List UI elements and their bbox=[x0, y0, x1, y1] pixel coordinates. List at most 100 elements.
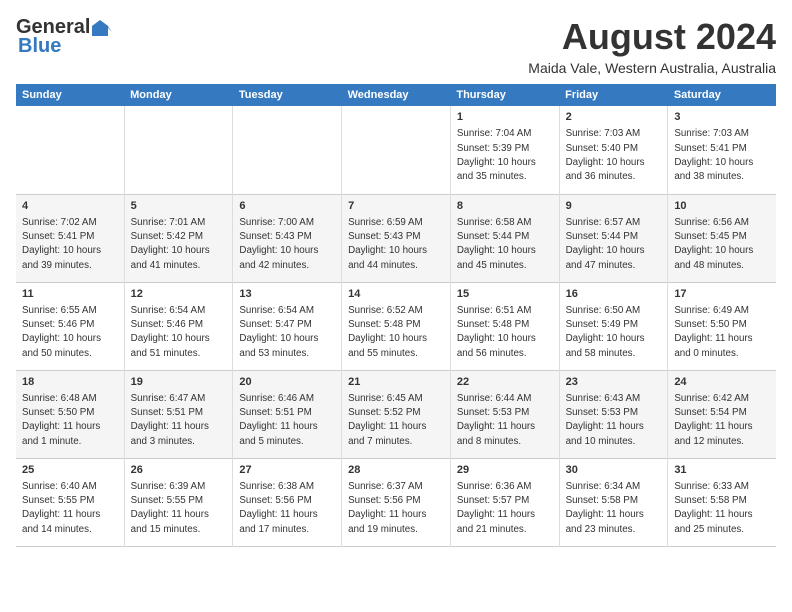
day-number: 5 bbox=[131, 199, 227, 214]
calendar-cell: 15Sunrise: 6:51 AM Sunset: 5:48 PM Dayli… bbox=[450, 282, 559, 370]
day-number: 24 bbox=[674, 375, 770, 390]
header-sunday: Sunday bbox=[16, 84, 124, 106]
calendar-cell: 21 Sunrise: 6:45 AM Sunset: 5:52 PM Dayli… bbox=[342, 370, 451, 458]
calendar-cell: 6 Sunrise: 7:00 AM Sunset: 5:43 PM Daylig… bbox=[233, 194, 342, 282]
calendar-table: SundayMondayTuesdayWednesdayThursdayFrid… bbox=[16, 84, 776, 547]
day-number: 21 bbox=[348, 375, 444, 390]
calendar-cell: 24 Sunrise: 6:42 AM Sunset: 5:54 PM Dayli… bbox=[668, 370, 776, 458]
day-number: 20 bbox=[239, 375, 335, 390]
calendar-cell: 5 Sunrise: 7:01 AM Sunset: 5:42 PM Daylig… bbox=[124, 194, 233, 282]
calendar-cell: 8Sunrise: 6:58 AM Sunset: 5:44 PM Daylig… bbox=[450, 194, 559, 282]
calendar-cell: 26 Sunrise: 6:39 AM Sunset: 5:55 PM Dayli… bbox=[124, 458, 233, 546]
week-row-3: 18Sunrise: 6:48 AM Sunset: 5:50 PM Dayli… bbox=[16, 370, 776, 458]
calendar-cell: 3 Sunrise: 7:03 AM Sunset: 5:41 PM Daylig… bbox=[668, 106, 776, 194]
day-content: Sunrise: 6:44 AM Sunset: 5:53 PM Dayligh… bbox=[457, 392, 553, 449]
day-content: Sunrise: 6:33 AM Sunset: 5:58 PM Dayligh… bbox=[674, 480, 770, 537]
calendar-cell bbox=[16, 106, 124, 194]
day-number: 9 bbox=[566, 199, 662, 214]
logo: General Blue bbox=[16, 16, 112, 58]
day-number: 16 bbox=[566, 287, 662, 302]
calendar-cell: 18Sunrise: 6:48 AM Sunset: 5:50 PM Dayli… bbox=[16, 370, 124, 458]
day-content: Sunrise: 6:54 AM Sunset: 5:47 PM Dayligh… bbox=[239, 304, 335, 361]
subtitle: Maida Vale, Western Australia, Australia bbox=[528, 60, 776, 76]
day-content: Sunrise: 6:59 AM Sunset: 5:43 PM Dayligh… bbox=[348, 216, 444, 273]
day-number: 2 bbox=[566, 110, 662, 125]
day-content: Sunrise: 6:47 AM Sunset: 5:51 PM Dayligh… bbox=[131, 392, 227, 449]
title-block: August 2024 Maida Vale, Western Australi… bbox=[528, 16, 776, 76]
day-content: Sunrise: 6:48 AM Sunset: 5:50 PM Dayligh… bbox=[22, 392, 118, 449]
day-content: Sunrise: 6:39 AM Sunset: 5:55 PM Dayligh… bbox=[131, 480, 227, 537]
day-number: 17 bbox=[674, 287, 770, 302]
day-number: 26 bbox=[131, 463, 227, 478]
day-content: Sunrise: 6:56 AM Sunset: 5:45 PM Dayligh… bbox=[674, 216, 770, 273]
calendar-cell: 17 Sunrise: 6:49 AM Sunset: 5:50 PM Dayli… bbox=[668, 282, 776, 370]
day-content: Sunrise: 7:02 AM Sunset: 5:41 PM Dayligh… bbox=[22, 216, 118, 273]
day-number: 12 bbox=[131, 287, 227, 302]
week-row-1: 4 Sunrise: 7:02 AM Sunset: 5:41 PM Daylig… bbox=[16, 194, 776, 282]
day-number: 28 bbox=[348, 463, 444, 478]
logo-icon bbox=[90, 18, 112, 38]
day-number: 13 bbox=[239, 287, 335, 302]
calendar-cell bbox=[124, 106, 233, 194]
day-content: Sunrise: 6:43 AM Sunset: 5:53 PM Dayligh… bbox=[566, 392, 662, 449]
day-number: 30 bbox=[566, 463, 662, 478]
day-content: Sunrise: 6:52 AM Sunset: 5:48 PM Dayligh… bbox=[348, 304, 444, 361]
calendar-cell: 20 Sunrise: 6:46 AM Sunset: 5:51 PM Dayli… bbox=[233, 370, 342, 458]
header-monday: Monday bbox=[124, 84, 233, 106]
calendar-cell: 19 Sunrise: 6:47 AM Sunset: 5:51 PM Dayli… bbox=[124, 370, 233, 458]
day-content: Sunrise: 7:01 AM Sunset: 5:42 PM Dayligh… bbox=[131, 216, 227, 273]
day-content: Sunrise: 6:54 AM Sunset: 5:46 PM Dayligh… bbox=[131, 304, 227, 361]
day-content: Sunrise: 6:40 AM Sunset: 5:55 PM Dayligh… bbox=[22, 480, 118, 537]
day-number: 22 bbox=[457, 375, 553, 390]
calendar-cell: 30 Sunrise: 6:34 AM Sunset: 5:58 PM Dayli… bbox=[559, 458, 668, 546]
day-number: 7 bbox=[348, 199, 444, 214]
day-content: Sunrise: 6:42 AM Sunset: 5:54 PM Dayligh… bbox=[674, 392, 770, 449]
calendar-cell: 31 Sunrise: 6:33 AM Sunset: 5:58 PM Dayli… bbox=[668, 458, 776, 546]
day-content: Sunrise: 6:50 AM Sunset: 5:49 PM Dayligh… bbox=[566, 304, 662, 361]
week-row-2: 11Sunrise: 6:55 AM Sunset: 5:46 PM Dayli… bbox=[16, 282, 776, 370]
calendar-cell: 25Sunrise: 6:40 AM Sunset: 5:55 PM Dayli… bbox=[16, 458, 124, 546]
page-header: General Blue August 2024 Maida Vale, Wes… bbox=[16, 16, 776, 76]
day-content: Sunrise: 6:55 AM Sunset: 5:46 PM Dayligh… bbox=[22, 304, 118, 361]
day-number: 15 bbox=[457, 287, 553, 302]
day-content: Sunrise: 7:04 AM Sunset: 5:39 PM Dayligh… bbox=[457, 127, 553, 184]
day-number: 19 bbox=[131, 375, 227, 390]
header-tuesday: Tuesday bbox=[233, 84, 342, 106]
header-saturday: Saturday bbox=[668, 84, 776, 106]
calendar-cell: 4 Sunrise: 7:02 AM Sunset: 5:41 PM Daylig… bbox=[16, 194, 124, 282]
calendar-cell: 10Sunrise: 6:56 AM Sunset: 5:45 PM Dayli… bbox=[668, 194, 776, 282]
calendar-cell: 7 Sunrise: 6:59 AM Sunset: 5:43 PM Daylig… bbox=[342, 194, 451, 282]
calendar-cell: 13 Sunrise: 6:54 AM Sunset: 5:47 PM Dayli… bbox=[233, 282, 342, 370]
calendar-cell: 12 Sunrise: 6:54 AM Sunset: 5:46 PM Dayli… bbox=[124, 282, 233, 370]
header-thursday: Thursday bbox=[450, 84, 559, 106]
day-content: Sunrise: 6:46 AM Sunset: 5:51 PM Dayligh… bbox=[239, 392, 335, 449]
header-row: SundayMondayTuesdayWednesdayThursdayFrid… bbox=[16, 84, 776, 106]
calendar-cell: 28 Sunrise: 6:37 AM Sunset: 5:56 PM Dayli… bbox=[342, 458, 451, 546]
calendar-cell: 2Sunrise: 7:03 AM Sunset: 5:40 PM Daylig… bbox=[559, 106, 668, 194]
day-content: Sunrise: 6:45 AM Sunset: 5:52 PM Dayligh… bbox=[348, 392, 444, 449]
day-number: 29 bbox=[457, 463, 553, 478]
day-number: 31 bbox=[674, 463, 770, 478]
day-number: 23 bbox=[566, 375, 662, 390]
day-content: Sunrise: 6:49 AM Sunset: 5:50 PM Dayligh… bbox=[674, 304, 770, 361]
day-number: 4 bbox=[22, 199, 118, 214]
day-content: Sunrise: 7:00 AM Sunset: 5:43 PM Dayligh… bbox=[239, 216, 335, 273]
day-content: Sunrise: 6:34 AM Sunset: 5:58 PM Dayligh… bbox=[566, 480, 662, 537]
day-content: Sunrise: 6:38 AM Sunset: 5:56 PM Dayligh… bbox=[239, 480, 335, 537]
calendar-cell: 16 Sunrise: 6:50 AM Sunset: 5:49 PM Dayli… bbox=[559, 282, 668, 370]
day-number: 1 bbox=[457, 110, 553, 125]
day-content: Sunrise: 6:37 AM Sunset: 5:56 PM Dayligh… bbox=[348, 480, 444, 537]
calendar-cell: 29Sunrise: 6:36 AM Sunset: 5:57 PM Dayli… bbox=[450, 458, 559, 546]
day-number: 6 bbox=[239, 199, 335, 214]
logo-blue: Blue bbox=[18, 35, 61, 58]
day-content: Sunrise: 6:58 AM Sunset: 5:44 PM Dayligh… bbox=[457, 216, 553, 273]
week-row-4: 25Sunrise: 6:40 AM Sunset: 5:55 PM Dayli… bbox=[16, 458, 776, 546]
day-content: Sunrise: 7:03 AM Sunset: 5:41 PM Dayligh… bbox=[674, 127, 770, 184]
header-wednesday: Wednesday bbox=[342, 84, 451, 106]
calendar-cell bbox=[233, 106, 342, 194]
calendar-cell: 23 Sunrise: 6:43 AM Sunset: 5:53 PM Dayli… bbox=[559, 370, 668, 458]
calendar-cell: 22 Sunrise: 6:44 AM Sunset: 5:53 PM Dayli… bbox=[450, 370, 559, 458]
week-row-0: 1 Sunrise: 7:04 AM Sunset: 5:39 PM Daylig… bbox=[16, 106, 776, 194]
calendar-cell bbox=[342, 106, 451, 194]
day-number: 3 bbox=[674, 110, 770, 125]
